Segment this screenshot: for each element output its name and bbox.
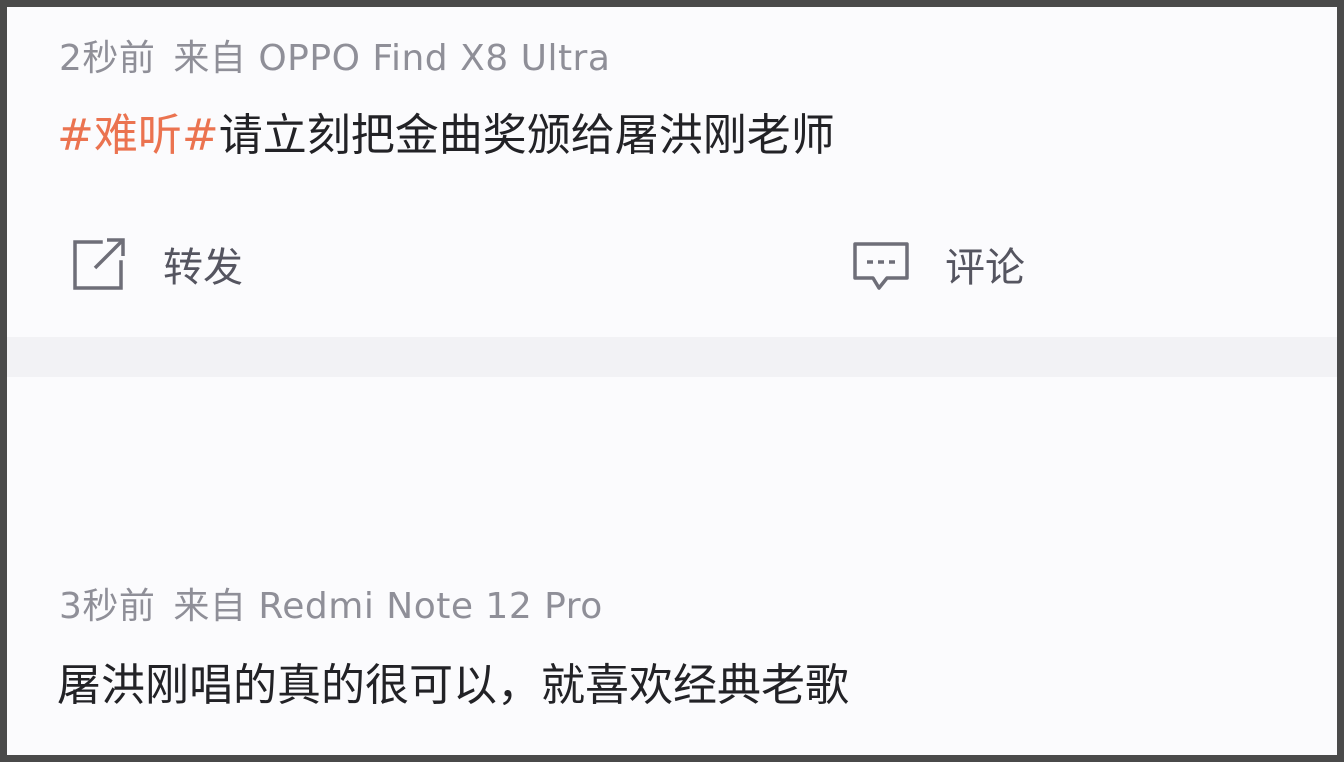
post-content: 屠洪刚唱的真的很可以，就喜欢经典老歌 <box>57 649 849 713</box>
post-meta: 2秒前 来自 OPPO Find X8 Ultra <box>59 29 610 81</box>
comment-icon <box>849 232 913 296</box>
post-time: 2秒前 <box>59 38 156 79</box>
post-card[interactable]: 2秒前 来自 OPPO Find X8 Ultra #难听#请立刻把金曲奖颁给屠洪… <box>7 7 1337 337</box>
comment-button[interactable]: 评论 <box>849 229 1025 299</box>
post-meta: 3秒前 来自 Redmi Note 12 Pro <box>59 577 603 629</box>
repost-label: 转发 <box>163 245 243 291</box>
post-card[interactable]: 3秒前 来自 Redmi Note 12 Pro 屠洪刚唱的真的很可以，就喜欢经典… <box>7 377 1337 755</box>
post-actions: 转发 评论 <box>7 229 1337 299</box>
post-text: 请立刻把金曲奖颁给屠洪刚老师 <box>218 110 835 161</box>
post-text: 屠洪刚唱的真的很可以，就喜欢经典老歌 <box>57 660 849 711</box>
post-time: 3秒前 <box>59 586 156 627</box>
repost-icon <box>67 232 131 296</box>
hashtag-link[interactable]: #难听# <box>57 110 219 161</box>
post-source[interactable]: 来自 Redmi Note 12 Pro <box>173 586 602 627</box>
post-source[interactable]: 来自 OPPO Find X8 Ultra <box>173 38 610 79</box>
comment-label: 评论 <box>945 245 1025 291</box>
repost-button[interactable]: 转发 <box>67 229 243 299</box>
post-content: #难听#请立刻把金曲奖颁给屠洪刚老师 <box>57 99 835 163</box>
post-divider <box>7 337 1337 377</box>
feed: 2秒前 来自 OPPO Find X8 Ultra #难听#请立刻把金曲奖颁给屠洪… <box>7 7 1337 755</box>
